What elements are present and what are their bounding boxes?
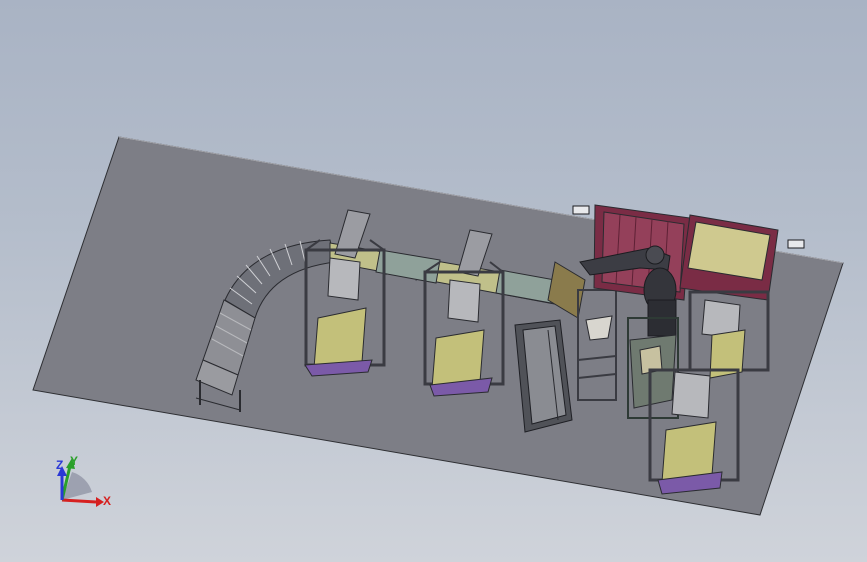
pallet-station [679,214,779,301]
x-axis-line [61,498,97,504]
axis-triad: X Y Z [56,454,111,508]
assembly-model[interactable] [0,0,867,562]
cad-viewport[interactable]: X Y Z [0,0,867,562]
y-axis-label: Y [70,454,78,468]
z-axis-label: Z [56,458,63,472]
x-axis-label: X [103,494,111,508]
